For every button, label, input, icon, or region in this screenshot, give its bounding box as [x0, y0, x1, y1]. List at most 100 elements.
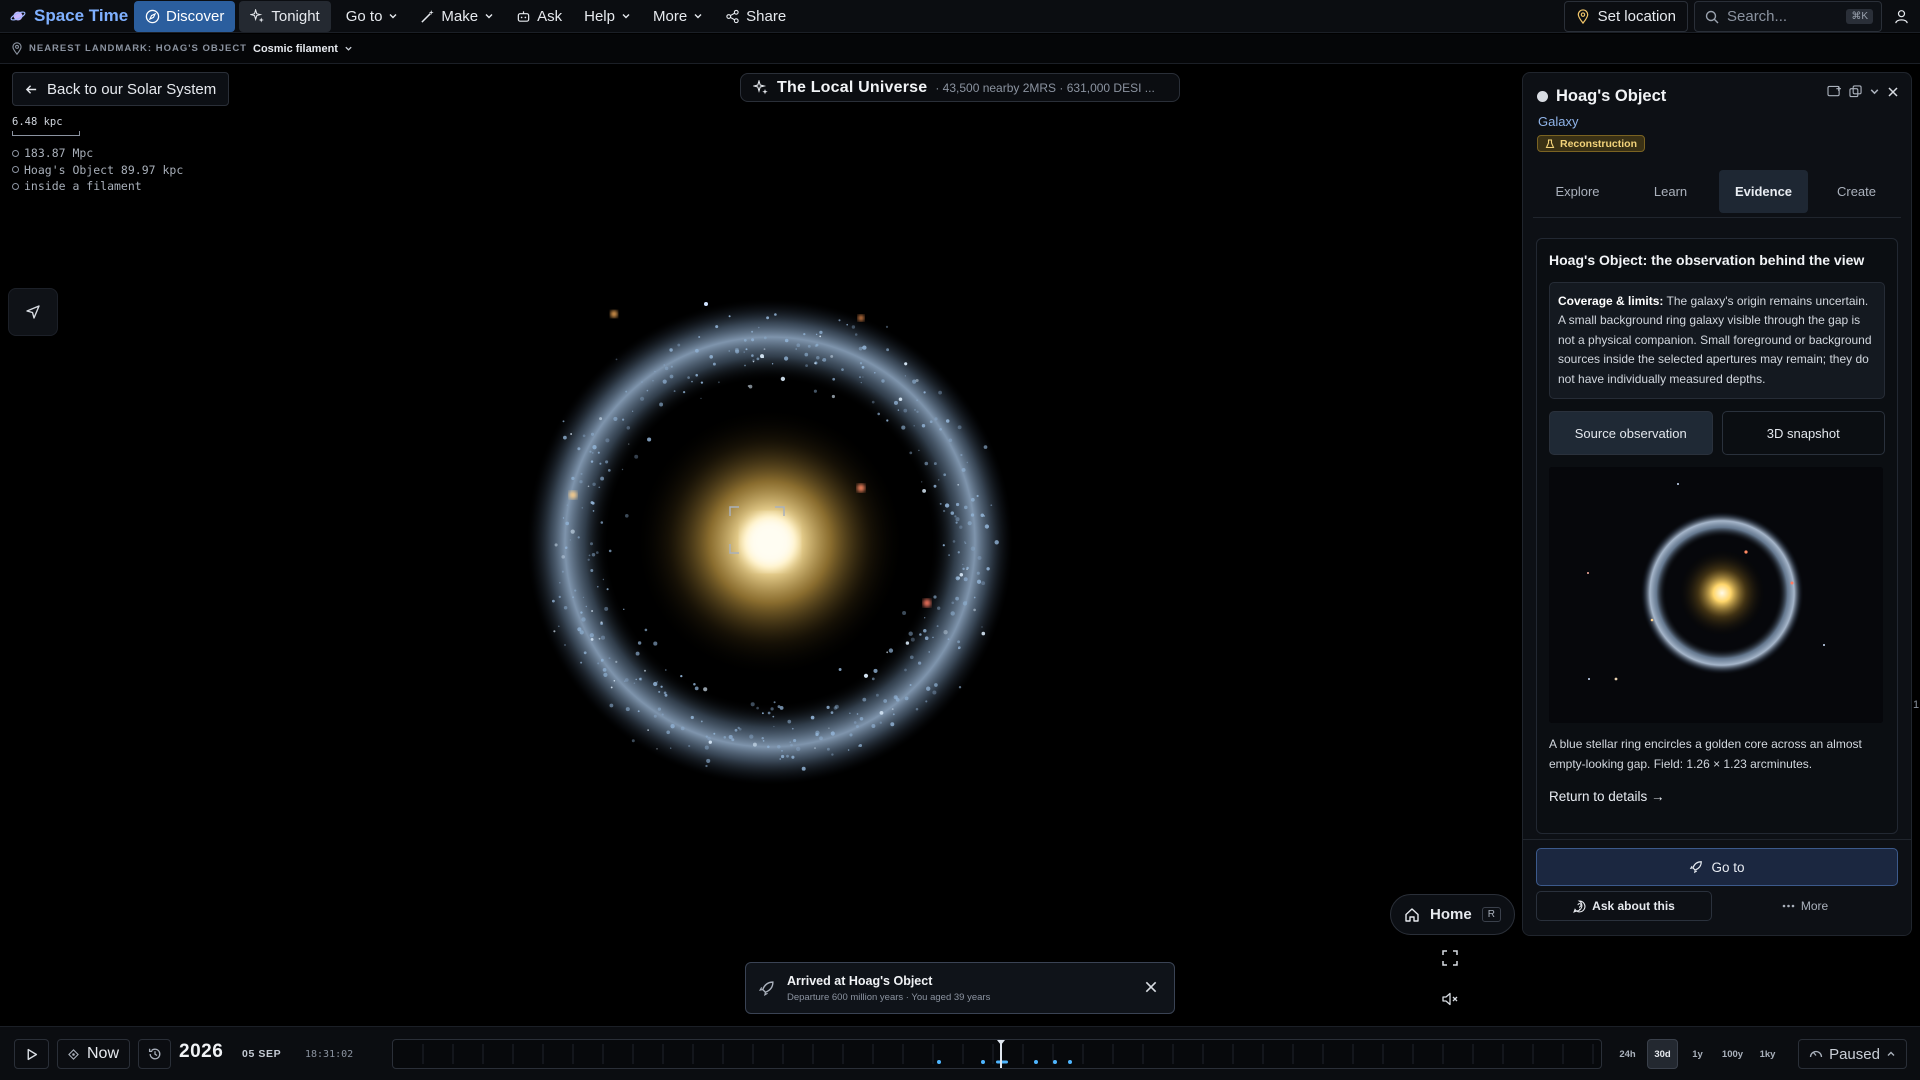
nav-more[interactable]: More	[642, 1, 714, 32]
timeline-playhead[interactable]	[997, 1040, 1005, 1068]
robot-icon	[516, 9, 531, 24]
timeline-ticks	[422, 1040, 1594, 1068]
scale-1y[interactable]: 1y	[1682, 1039, 1713, 1069]
ring-star	[605, 460, 609, 464]
ring-star	[772, 715, 775, 718]
tab-learn[interactable]: Learn	[1626, 170, 1715, 213]
search-shortcut-hint: ⌘K	[1846, 9, 1873, 24]
timeline-scrubber[interactable]	[392, 1039, 1602, 1069]
ring-star	[881, 379, 885, 383]
ring-star	[558, 595, 561, 599]
ring-star	[908, 631, 913, 636]
collapse-chevron-icon[interactable]	[1869, 86, 1880, 97]
nav-discover-label: Discover	[166, 7, 225, 25]
scale-24h[interactable]: 24h	[1612, 1039, 1643, 1069]
ring-star	[861, 365, 865, 369]
ring-star	[958, 685, 962, 689]
source-observation-button[interactable]: Source observation	[1549, 411, 1713, 455]
readout-row: Hoag's Object 89.97 kpc	[12, 162, 183, 179]
ring-star	[871, 400, 875, 404]
tab-evidence[interactable]: Evidence	[1719, 169, 1808, 213]
object-type: Galaxy	[1538, 114, 1579, 129]
nav-ask[interactable]: Ask	[505, 1, 573, 32]
ring-star	[830, 731, 835, 736]
ring-star	[983, 445, 988, 449]
timeline-time: 18:31:02	[305, 1049, 354, 1060]
landmark-selector[interactable]: Cosmic filament	[253, 43, 353, 55]
pin-window-icon[interactable]	[1827, 85, 1842, 98]
ring-star	[562, 420, 565, 423]
now-label: Now	[87, 1045, 120, 1062]
home-button[interactable]: Home R	[1390, 894, 1515, 935]
ring-star	[922, 488, 927, 493]
ring-star	[914, 409, 916, 411]
observation-image[interactable]	[1549, 467, 1883, 723]
search-input[interactable]	[1727, 8, 1847, 25]
search-box[interactable]: ⌘K	[1694, 1, 1882, 32]
galaxy-viewport[interactable]	[0, 64, 1520, 1024]
nav-goto[interactable]: Go to	[335, 1, 410, 32]
brand[interactable]: Space Time	[0, 6, 133, 26]
back-to-solar-system-button[interactable]: Back to our Solar System	[12, 72, 230, 106]
scale-30d[interactable]: 30d	[1647, 1039, 1678, 1069]
ring-star	[592, 510, 595, 512]
ring-star	[621, 418, 625, 421]
ring-star	[803, 332, 806, 336]
ring-star	[703, 687, 708, 692]
ring-star	[976, 579, 982, 584]
return-to-details-link[interactable]: Return to details →	[1549, 789, 1885, 804]
pointer-tool-button[interactable]	[8, 288, 58, 336]
go-to-label: Go to	[1711, 859, 1745, 875]
ring-knot	[857, 484, 865, 492]
circle-icon	[12, 182, 19, 190]
nav-tonight[interactable]: Tonight	[239, 0, 331, 32]
coverage-label: Coverage & limits:	[1558, 293, 1664, 308]
now-button[interactable]: Now	[57, 1039, 131, 1069]
mute-button[interactable]	[1441, 990, 1463, 1012]
ring-star	[734, 347, 739, 352]
scale-1ky[interactable]: 1ky	[1752, 1039, 1783, 1069]
ring-star	[595, 551, 599, 554]
top-bar: Space Time Discover Tonight Go to Make A…	[0, 0, 1920, 33]
copy-icon[interactable]	[1849, 85, 1862, 98]
ring-star	[871, 724, 876, 728]
ring-star	[847, 749, 850, 751]
dataset-pill[interactable]: The Local Universe · 43,500 nearby 2MRS …	[740, 73, 1180, 102]
ring-star	[728, 734, 733, 740]
ring-star	[855, 724, 859, 729]
nav-share[interactable]: Share	[714, 1, 797, 32]
panel-header: Hoag's Object Galaxy Reconstruction	[1523, 73, 1911, 154]
tab-create[interactable]: Create	[1812, 170, 1901, 213]
ring-star	[713, 732, 716, 735]
ring-star	[587, 485, 590, 488]
scale-100y[interactable]: 100y	[1717, 1039, 1748, 1069]
go-to-button[interactable]: Go to	[1536, 848, 1898, 886]
ring-star	[706, 758, 711, 763]
nav-help[interactable]: Help	[573, 1, 642, 32]
ring-star	[830, 354, 834, 358]
fullscreen-button[interactable]	[1441, 949, 1463, 971]
toast-close-icon[interactable]	[1144, 980, 1160, 996]
ring-star	[774, 313, 777, 316]
more-actions-button[interactable]: More	[1712, 891, 1898, 921]
close-icon[interactable]	[1887, 86, 1899, 98]
3d-snapshot-button[interactable]: 3D snapshot	[1721, 411, 1885, 455]
ring-star	[670, 365, 673, 368]
ring-star	[589, 450, 592, 453]
user-account-button[interactable]	[1882, 1, 1920, 32]
nav-make[interactable]: Make	[409, 1, 505, 32]
chevron-down-icon	[388, 11, 398, 21]
set-location-button[interactable]: Set location	[1563, 1, 1688, 32]
playback-status-button[interactable]: Paused	[1798, 1039, 1907, 1069]
ring-star	[909, 451, 913, 455]
history-button[interactable]	[138, 1039, 171, 1069]
ring-star	[822, 358, 827, 362]
ring-star	[661, 713, 664, 716]
wand-icon	[420, 9, 435, 24]
ring-star	[948, 438, 953, 443]
nav-discover[interactable]: Discover	[134, 0, 236, 32]
tab-explore[interactable]: Explore	[1533, 170, 1622, 213]
ring-star	[591, 609, 594, 613]
play-button[interactable]	[14, 1039, 49, 1069]
ask-about-this-button[interactable]: Ask about this	[1536, 891, 1712, 921]
